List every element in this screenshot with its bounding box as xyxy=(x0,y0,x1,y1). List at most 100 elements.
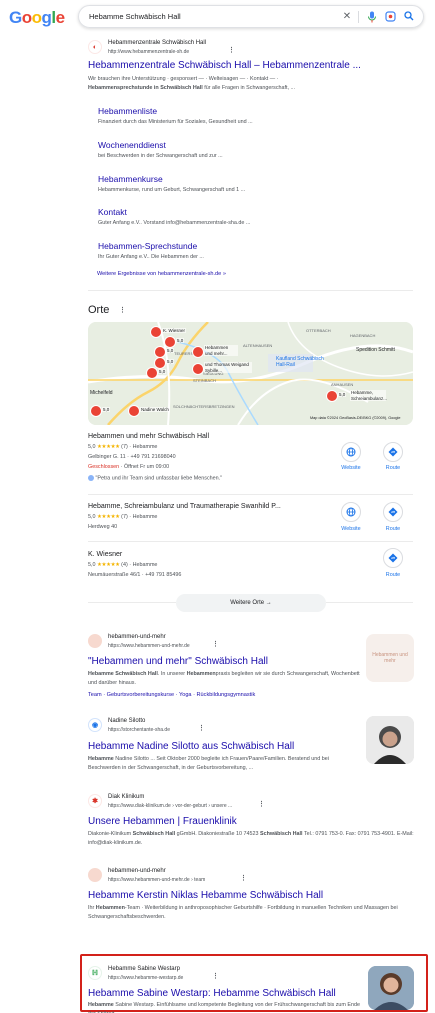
places-title: Orte xyxy=(88,304,110,316)
globe-icon xyxy=(346,507,356,517)
website-label[interactable]: Website xyxy=(331,526,371,532)
reviewer-avatar xyxy=(88,475,94,481)
clear-icon[interactable]: ✕ xyxy=(341,11,353,23)
sitelink-snippet: Guter Anfang e.V.. Vorstand info@hebamme… xyxy=(98,220,251,226)
result-thumbnail[interactable]: Hebammen und mehr xyxy=(366,634,414,682)
map-label: Michelfeld xyxy=(90,390,113,396)
map-pin[interactable] xyxy=(192,363,204,375)
section-divider xyxy=(88,290,413,291)
result-snippet: Ihr Hebammen-Team · Weiterbildung in ant… xyxy=(88,905,398,920)
route-button[interactable] xyxy=(383,442,403,462)
route-label[interactable]: Route xyxy=(373,526,413,532)
more-places-button[interactable]: Weitere Orte → xyxy=(176,594,326,612)
sitelink-wochenenddienst[interactable]: Wochenenddienst xyxy=(98,140,166,150)
website-button[interactable] xyxy=(341,442,361,462)
places-options-icon[interactable]: ⋮ xyxy=(119,306,126,314)
result-url[interactable]: https://www.hebammen-und-mehr.de › team xyxy=(108,877,205,883)
search-bar[interactable]: Hebamme Schwäbisch Hall ✕ xyxy=(78,5,424,28)
result-sub-links[interactable]: Team · Geburtsvorbereitungskurse · Yoga … xyxy=(88,692,255,698)
map-pin-label: 5,0 xyxy=(338,392,347,397)
map-poi-spedition[interactable]: Spedition Schmitt xyxy=(356,347,395,353)
search-icon[interactable] xyxy=(403,11,415,23)
thumbnail-text: Hebammen und mehr xyxy=(372,652,408,664)
directions-icon xyxy=(388,507,398,517)
more-options-icon[interactable]: ⋮ xyxy=(198,724,205,732)
more-places-line xyxy=(88,602,176,603)
microphone-icon[interactable] xyxy=(366,11,378,23)
site-favicon-icon xyxy=(88,634,102,648)
route-button[interactable] xyxy=(383,502,403,522)
search-divider xyxy=(358,11,359,23)
sitelink-hebammenkurse[interactable]: Hebammenkurse xyxy=(98,174,163,184)
map-pin[interactable] xyxy=(150,326,162,338)
result-url[interactable]: http://www.hebammenzentrale-sh.de xyxy=(108,49,189,55)
result-thumbnail[interactable] xyxy=(366,716,414,764)
place-rating: 5,0 ★★★★★ (7) · Hebamme xyxy=(88,514,158,520)
map-label: OTTERBACH xyxy=(306,328,331,333)
site-favicon-icon xyxy=(88,868,102,882)
google-logo[interactable]: Google xyxy=(9,8,65,28)
place-address: Herdweg 40 xyxy=(88,524,118,530)
map-pin-label: 5,0 xyxy=(158,369,167,374)
search-input[interactable]: Hebamme Schwäbisch Hall xyxy=(89,12,181,21)
place-divider xyxy=(88,541,413,542)
result-site-name: Hebammenzentrale Schwäbisch Hall xyxy=(108,40,207,46)
map-label: ALTENHAUSEN xyxy=(243,343,273,348)
result-thumbnail[interactable] xyxy=(368,966,414,1010)
result-site-name: Diak Klinikum xyxy=(108,794,145,800)
sitelink-snippet: Hebammenkurse, rund um Geburt, Schwanger… xyxy=(98,187,246,193)
place-name[interactable]: K. Wiesner xyxy=(88,551,122,558)
map-pin-label: 5,0 xyxy=(166,348,175,353)
map-pin[interactable] xyxy=(164,336,176,348)
place-rating: 5,0 ★★★★★ (4) · Hebamme xyxy=(88,562,158,568)
result-title[interactable]: Unsere Hebammen | Frauenklinik xyxy=(88,816,237,827)
result-url[interactable]: https://storchentante-sha.de xyxy=(108,727,170,733)
route-label[interactable]: Route xyxy=(373,465,413,471)
map-pin[interactable] xyxy=(146,367,158,379)
result-title[interactable]: Hebamme Nadine Silotto aus Schwäbisch Ha… xyxy=(88,741,294,752)
place-name[interactable]: Hebamme, Schreiambulanz und Traumatherap… xyxy=(88,503,281,510)
map-pin[interactable] xyxy=(326,390,338,402)
more-options-icon[interactable]: ⋮ xyxy=(228,46,235,54)
sitelink-kontakt[interactable]: Kontakt xyxy=(98,207,127,217)
more-options-icon[interactable]: ⋮ xyxy=(212,640,219,648)
route-label[interactable]: Route xyxy=(373,572,413,578)
website-button[interactable] xyxy=(341,502,361,522)
map-pin[interactable] xyxy=(154,357,166,369)
map-label: HAGENBACH xyxy=(350,333,376,338)
result-title[interactable]: Hebamme Kerstin Niklas Hebamme Schwäbisc… xyxy=(88,890,323,901)
more-options-icon[interactable]: ⋮ xyxy=(240,874,247,882)
lens-icon[interactable] xyxy=(384,11,396,23)
map-pin-label: Hebamme, Schreiambulanz... xyxy=(350,390,388,401)
sitelink-sprechstunde[interactable]: Hebammen-Sprechstunde xyxy=(98,241,197,251)
route-button[interactable] xyxy=(383,548,403,568)
result-title[interactable]: Hebamme Sabine Westarp: Hebamme Schwäbis… xyxy=(88,988,336,999)
result-title[interactable]: "Hebammen und mehr" Schwäbisch Hall xyxy=(88,656,268,667)
result-url[interactable]: https://www.diak-klinikum.de › vor-der-g… xyxy=(108,803,232,809)
more-results-link[interactable]: Weitere Ergebnisse von hebammenzentrale-… xyxy=(97,271,226,277)
place-address: Neumäuerstraße 46/1 · +49 791 85496 xyxy=(88,572,182,578)
result-title[interactable]: Hebammenzentrale Schwäbisch Hall – Hebam… xyxy=(88,60,361,71)
map-pin[interactable] xyxy=(90,405,102,417)
website-label[interactable]: Website xyxy=(331,465,371,471)
place-rating: 5,0 ★★★★★ (7) · Hebamme xyxy=(88,444,158,450)
sitelink-hebammenliste[interactable]: Hebammenliste xyxy=(98,106,157,116)
place-name[interactable]: Hebammen und mehr Schwäbisch Hall xyxy=(88,433,209,440)
map-poi-kaufland[interactable]: Kaufland Schwäbisch Hall-Rail xyxy=(276,356,331,368)
place-review: "Petra und ihr Team sind unfassbar liebe… xyxy=(88,475,222,481)
more-options-icon[interactable]: ⋮ xyxy=(258,800,265,808)
places-map[interactable]: OTTERBACH HAGENBACH ALTENHAUSEN TEURERSH… xyxy=(88,322,413,425)
result-site-name: hebammen-und-mehr xyxy=(108,634,166,640)
result-url[interactable]: https://www.hebamme-westarp.de xyxy=(108,975,183,981)
map-pin[interactable] xyxy=(128,405,140,417)
result-url[interactable]: https://www.hebammen-und-mehr.de xyxy=(108,643,190,649)
result-snippet: Hebamme Nadine Silotto ... Seit Oktober … xyxy=(88,756,329,771)
map-pin[interactable] xyxy=(192,346,204,358)
more-options-icon[interactable]: ⋮ xyxy=(212,972,219,980)
place-divider xyxy=(88,494,413,495)
map-pin-label: und Thomas Weigand Sybille... xyxy=(204,362,252,373)
directions-icon xyxy=(388,553,398,563)
result-snippet: Hebamme Schwäbisch Hall. In unserer Heba… xyxy=(88,671,360,686)
result-snippet: Diakonie-Klinikum Schwäbisch Hall gGmbH.… xyxy=(88,831,414,846)
map-pin-label: Hebammen und mehr... xyxy=(204,345,238,356)
